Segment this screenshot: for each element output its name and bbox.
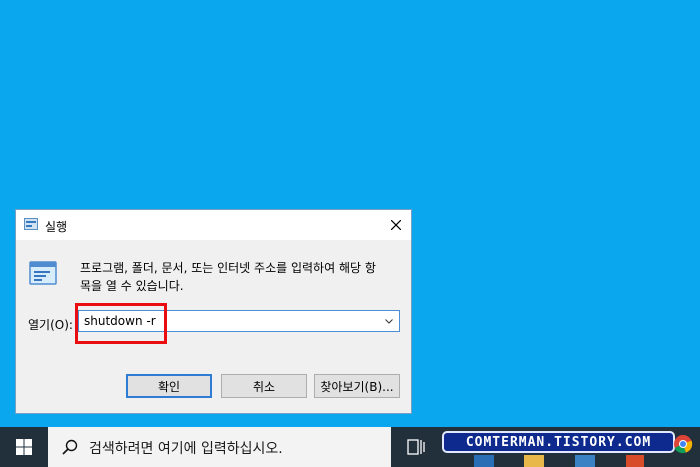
cancel-button[interactable]: 취소	[221, 374, 307, 398]
close-button[interactable]	[381, 210, 411, 240]
taskbar-search[interactable]: 검색하려면 여기에 입력하십시오.	[48, 427, 391, 467]
run-dialog: 실행 프로그램, 폴더, 문서, 또는 인터넷 주소를 입력하여 해당 항 목을…	[15, 209, 412, 414]
windows-start-icon	[16, 439, 32, 455]
run-icon	[29, 261, 57, 285]
search-icon	[62, 439, 78, 455]
dropdown-chevron-icon[interactable]	[385, 317, 393, 325]
taskbar-app-store[interactable]	[575, 455, 595, 467]
run-icon	[24, 218, 38, 230]
watermark: COMTERMAN.TISTORY.COM	[442, 431, 675, 453]
search-placeholder: 검색하려면 여기에 입력하십시오.	[89, 441, 283, 457]
task-view-icon[interactable]	[406, 437, 426, 457]
start-button[interactable]	[0, 427, 48, 467]
browse-button[interactable]: 찾아보기(B)...	[314, 374, 400, 398]
ok-button[interactable]: 확인	[126, 374, 212, 398]
highlight-box	[75, 303, 167, 344]
dialog-description: 프로그램, 폴더, 문서, 또는 인터넷 주소를 입력하여 해당 항 목을 열 …	[80, 261, 376, 293]
dialog-titlebar[interactable]: 실행	[16, 210, 411, 240]
taskbar-app-explorer[interactable]	[524, 455, 544, 467]
open-label: 열기(O):	[28, 318, 73, 332]
taskbar-app-edge[interactable]	[474, 455, 494, 467]
chrome-icon[interactable]	[673, 434, 693, 454]
close-icon	[391, 220, 401, 230]
taskbar-app-office[interactable]	[626, 455, 644, 467]
dialog-title: 실행	[45, 220, 68, 234]
